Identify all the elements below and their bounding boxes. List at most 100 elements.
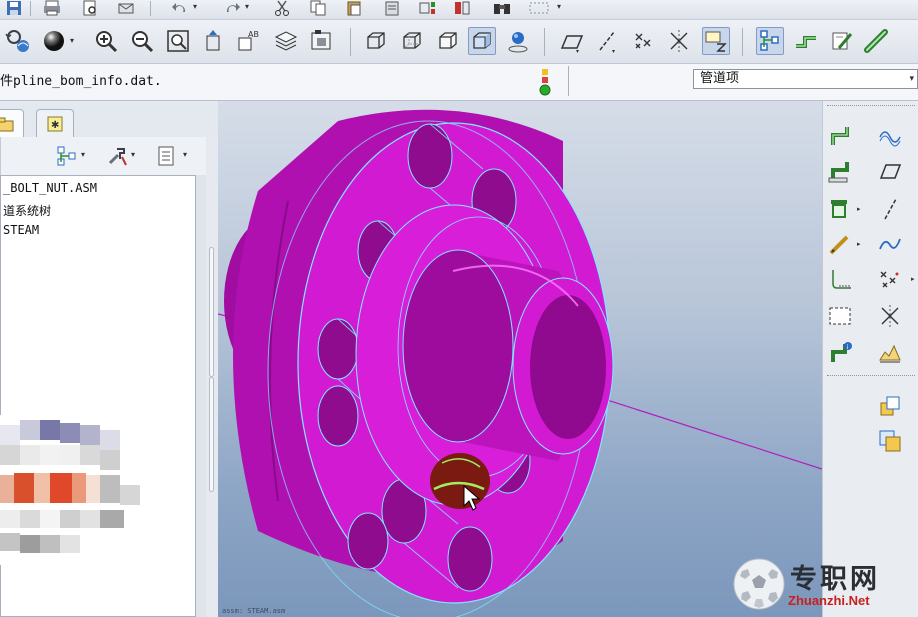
zoom-out-icon[interactable]	[128, 27, 156, 55]
chevron-down-icon[interactable]: ▾	[245, 2, 249, 11]
view-toolbar: ▾ AB ▾ ▾	[0, 20, 918, 64]
send-icon[interactable]	[116, 0, 136, 16]
layers-icon[interactable]	[272, 27, 300, 55]
zoom-in-icon[interactable]	[92, 27, 120, 55]
coordinate-system-icon[interactable]	[875, 301, 905, 331]
print-icon[interactable]	[42, 0, 62, 16]
pipe-info-icon[interactable]: i	[825, 338, 855, 368]
model-tree-tab-icon[interactable]	[0, 109, 24, 137]
pixelated-image	[0, 415, 150, 565]
family-table-icon[interactable]	[452, 0, 472, 16]
annotation-display-icon[interactable]	[702, 27, 730, 55]
chevron-down-icon[interactable]: ▾	[70, 36, 74, 45]
redo-icon[interactable]	[222, 0, 242, 16]
shade-sphere-icon[interactable]	[40, 27, 68, 55]
sketched-curve-icon[interactable]	[875, 229, 905, 259]
chevron-right-icon[interactable]: ▸	[857, 240, 861, 248]
graphics-viewport[interactable]: assm: STEAM.asm	[218, 101, 822, 617]
pipe-corner-icon[interactable]	[825, 264, 855, 294]
copy-icon[interactable]	[308, 0, 328, 16]
tree-settings-icon[interactable]	[105, 144, 129, 168]
paste-icon[interactable]	[344, 0, 364, 16]
selection-filter-value: 管道项	[700, 71, 740, 86]
model-tree-toolbar: ▾ ▾ ▾	[0, 137, 206, 175]
shrinkwrap-icon[interactable]	[875, 426, 905, 456]
regenerate-icon[interactable]	[418, 0, 438, 16]
curve-icon[interactable]	[875, 121, 905, 151]
toolbar-separator	[827, 105, 915, 107]
datum-plane-icon[interactable]	[875, 156, 905, 186]
svg-text:✱: ✱	[51, 120, 59, 131]
pipe-branch-icon[interactable]	[825, 156, 855, 186]
refit-icon[interactable]	[164, 27, 192, 55]
select-box-icon[interactable]	[526, 0, 552, 16]
print-preview-icon[interactable]	[80, 0, 100, 16]
chevron-down-icon[interactable]: ▾	[81, 150, 85, 159]
edit-pipe-icon[interactable]	[828, 27, 856, 55]
chevron-right-icon[interactable]: ▸	[857, 205, 861, 213]
datum-axis-icon[interactable]	[875, 194, 905, 224]
datum-point-icon[interactable]	[630, 27, 658, 55]
message-bar: 件pline_bom_info.dat. 管道项 ▾	[0, 64, 918, 101]
datum-plane-icon[interactable]: ▾	[558, 27, 586, 55]
view-manager-icon[interactable]	[308, 27, 336, 55]
viewport-status: assm: STEAM.asm	[222, 607, 286, 615]
chevron-right-icon[interactable]: ▸	[911, 275, 915, 283]
folder-browser-tab-icon[interactable]: ✱	[36, 109, 74, 137]
flange-model[interactable]	[218, 101, 822, 617]
pipe-line-icon[interactable]	[862, 27, 890, 55]
coordinate-system-icon[interactable]	[666, 27, 694, 55]
no-hidden-icon[interactable]	[434, 27, 462, 55]
selection-filter-select[interactable]: 管道项 ▾	[693, 69, 918, 89]
pipe-segment-icon[interactable]	[825, 121, 855, 151]
save-icon[interactable]	[4, 0, 24, 16]
repaint-icon[interactable]	[4, 27, 32, 55]
insert-fitting-icon[interactable]	[825, 194, 855, 224]
reorient-icon[interactable]	[200, 27, 228, 55]
tree-item[interactable]: 道系统树	[3, 202, 51, 219]
watermark-url: Zhuanzhi.Net	[788, 593, 870, 608]
feature-toolbar: ▸ ▸ i ▸ 专职网 Zhuanzhi.Net	[733, 101, 918, 617]
hidden-line-icon[interactable]	[398, 27, 426, 55]
tree-item[interactable]: _BOLT_NUT.ASM	[3, 181, 97, 195]
cut-icon[interactable]	[272, 0, 292, 16]
svg-text:▾: ▾	[576, 48, 579, 54]
status-light-icon	[537, 68, 553, 96]
piping-tree-icon[interactable]	[756, 27, 784, 55]
route-pipe-icon[interactable]	[792, 27, 820, 55]
toolbar-separator	[150, 1, 151, 16]
wireframe-icon[interactable]	[362, 27, 390, 55]
datum-points-icon[interactable]	[875, 264, 905, 294]
tree-item[interactable]: STEAM	[3, 223, 39, 237]
saved-views-icon[interactable]: AB	[234, 27, 262, 55]
spin-center-icon[interactable]	[504, 27, 532, 55]
highlighted-hole	[430, 453, 490, 509]
toolbar-separator	[544, 28, 545, 56]
soccer-ball-logo	[732, 557, 786, 611]
tree-columns-icon[interactable]	[155, 144, 179, 168]
datum-axis-icon[interactable]: ▾	[594, 27, 622, 55]
binoculars-icon[interactable]	[492, 0, 512, 16]
chevron-down-icon[interactable]: ▾	[131, 150, 135, 159]
chevron-down-icon[interactable]: ▾	[557, 2, 561, 11]
analysis-icon[interactable]	[875, 338, 905, 368]
sash-grip-icon[interactable]	[209, 377, 214, 492]
toolbar-separator	[742, 28, 743, 56]
toolbar-separator	[30, 1, 31, 16]
navigator-tabs: ✱	[0, 101, 218, 137]
standard-toolbar: ▾ ▾ ▾	[0, 0, 918, 20]
message-text: 件pline_bom_info.dat.	[0, 74, 162, 89]
sketch-pipe-icon[interactable]	[825, 229, 855, 259]
shading-icon[interactable]	[468, 27, 496, 55]
sash-grip-icon[interactable]	[209, 247, 214, 377]
chevron-down-icon[interactable]: ▾	[193, 2, 197, 11]
pipe-frame-icon[interactable]	[825, 301, 855, 331]
undo-icon[interactable]	[170, 0, 190, 16]
copy-geometry-icon[interactable]	[875, 391, 905, 421]
chevron-down-icon[interactable]: ▾	[183, 150, 187, 159]
panel-sash[interactable]	[206, 137, 218, 617]
tree-show-icon[interactable]	[55, 144, 79, 168]
chevron-down-icon[interactable]: ▾	[909, 70, 914, 88]
paste-special-icon[interactable]	[382, 0, 402, 16]
toolbar-separator	[350, 28, 351, 56]
